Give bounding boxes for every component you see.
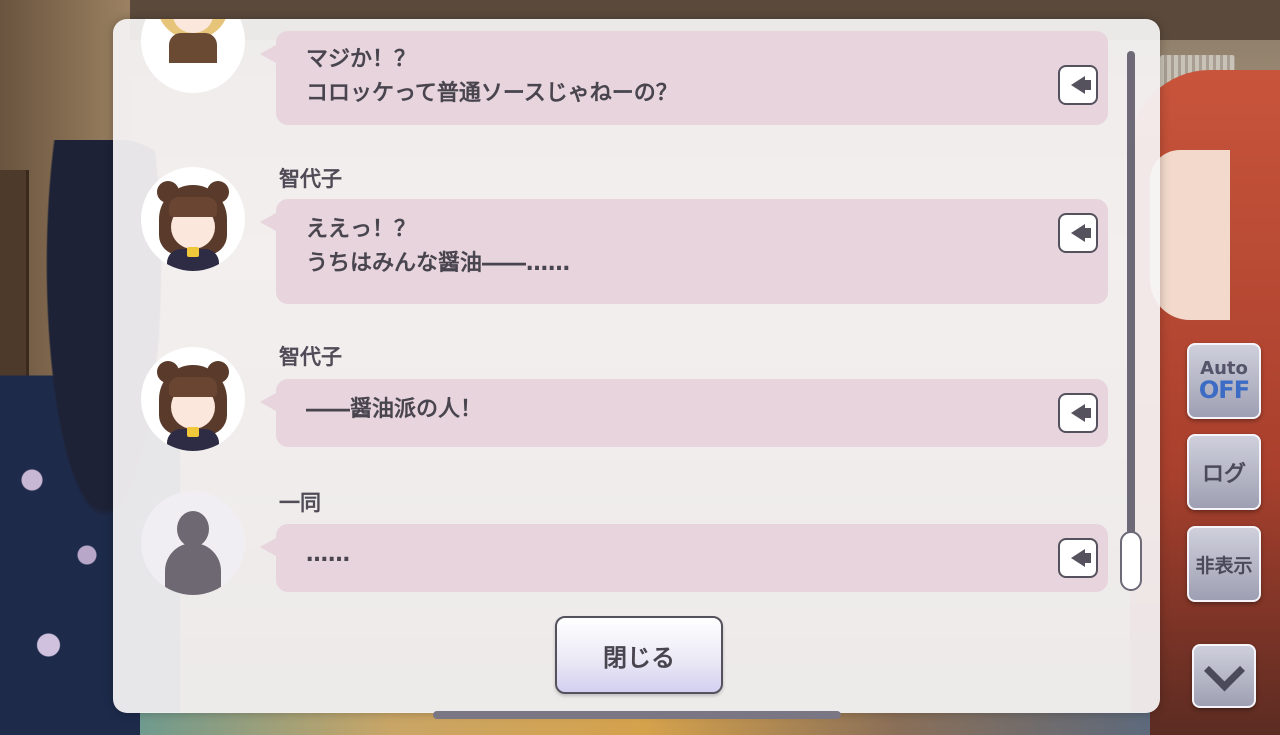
message-bubble: マジか！？ コロッケって普通ソースじゃねーの？ [260,31,1108,125]
message-line: ――醤油派の人！ [306,397,483,422]
speaker-icon [1071,76,1091,94]
menu-toggle-button[interactable] [1192,644,1256,708]
message-line: マジか！？ [306,47,417,72]
hide-ui-button[interactable]: 非表示 [1187,526,1261,602]
speaker-name: 智代子 [279,167,342,191]
speaker-avatar [141,347,245,451]
backlog-modal: マジか！？ コロッケって普通ソースじゃねーの？ 智代子 ええっ！？ うちはみんな… [113,19,1160,713]
speaker-avatar [141,491,245,595]
message-line: コロッケって普通ソースじゃねーの？ [306,81,678,106]
voice-replay-button[interactable] [1058,65,1098,105]
voice-replay-button[interactable] [1058,538,1098,578]
message-line: ええっ！？ [306,217,417,242]
speaker-name: 一同 [279,491,321,515]
message-line: うちはみんな醤油――…… [306,251,571,276]
log-button[interactable]: ログ [1187,434,1261,510]
silhouette-icon [177,511,209,547]
speaker-avatar [141,167,245,271]
message-line: …… [306,542,350,567]
message-bubble: ええっ！？ うちはみんな醤油――…… [260,199,1108,304]
speaker-icon [1071,404,1091,422]
chevron-down-icon [1203,649,1245,691]
auto-button[interactable]: Auto OFF [1187,343,1261,419]
message-bubble: …… [260,524,1108,592]
modal-handle [433,711,841,719]
kimono-pattern [10,420,120,720]
message-bubble: ――醤油派の人！ [260,379,1108,447]
backlog-list[interactable]: マジか！？ コロッケって普通ソースじゃねーの？ 智代子 ええっ！？ うちはみんな… [113,19,1160,619]
auto-state: OFF [1198,376,1250,404]
speaker-name: 智代子 [279,345,342,369]
close-button[interactable]: 閉じる [555,616,723,694]
scrollbar-track[interactable] [1127,51,1135,591]
voice-replay-button[interactable] [1058,213,1098,253]
speaker-avatar [141,19,245,93]
character-right-face [1150,150,1230,320]
speaker-icon [1071,549,1091,567]
scrollbar-thumb[interactable] [1120,531,1142,591]
voice-replay-button[interactable] [1058,393,1098,433]
speaker-icon [1071,224,1091,242]
